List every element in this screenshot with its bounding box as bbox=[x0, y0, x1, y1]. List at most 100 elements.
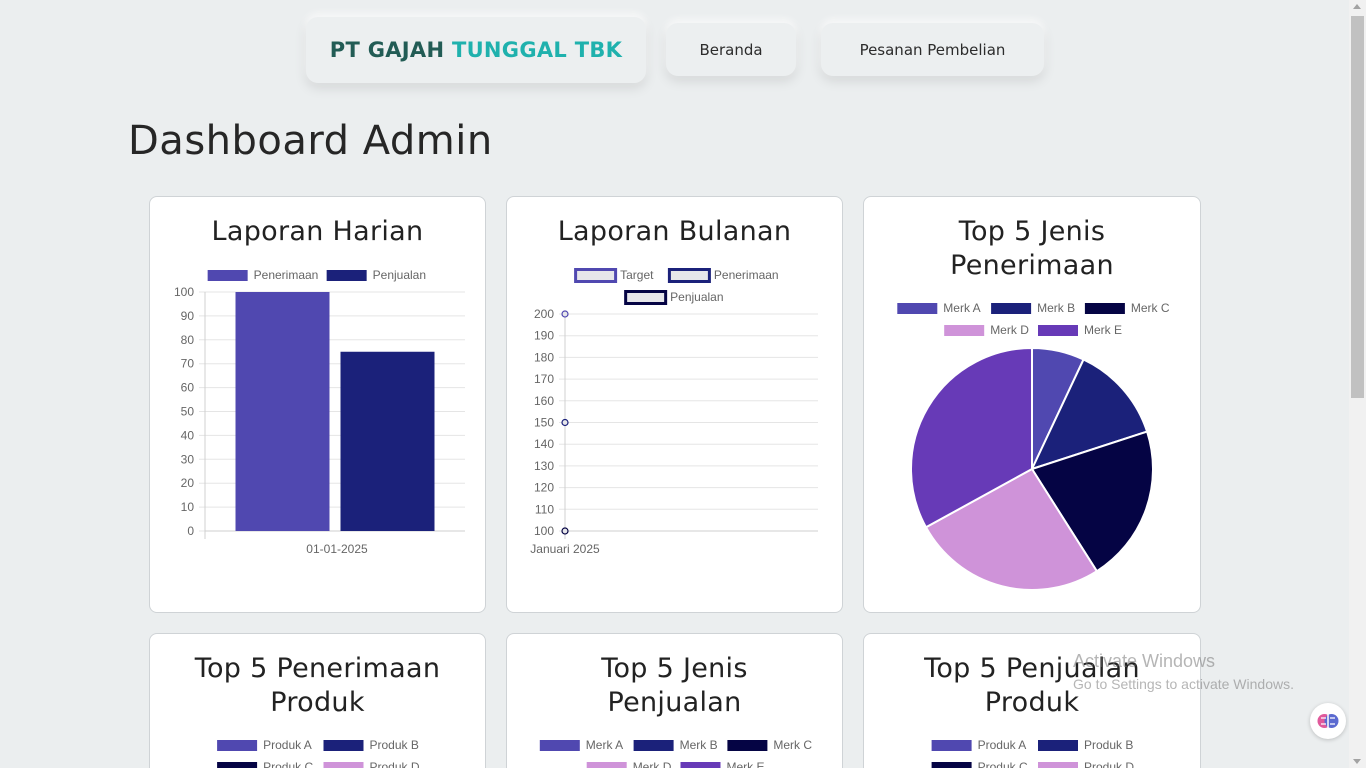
y-tick-label: 80 bbox=[181, 333, 195, 347]
legend-label: Merk B bbox=[680, 738, 718, 752]
y-tick-label: 160 bbox=[534, 394, 554, 408]
legend-swatch bbox=[326, 270, 367, 281]
top5-receipt-type-chart[interactable]: Merk A Merk B Merk C Merk D Merk E bbox=[864, 197, 1201, 613]
bar bbox=[340, 351, 435, 531]
legend-swatch bbox=[539, 740, 580, 751]
legend-swatch bbox=[944, 325, 985, 336]
top5-sales-product-chart[interactable]: Produk A Produk B Produk C Produk D bbox=[864, 634, 1201, 768]
y-tick-label: 180 bbox=[534, 350, 554, 364]
scrollbar-thumb[interactable] bbox=[1351, 16, 1364, 398]
y-tick-label: 140 bbox=[534, 437, 554, 451]
y-tick-label: 110 bbox=[535, 502, 554, 516]
y-tick-label: 40 bbox=[181, 428, 195, 442]
brand-name-part2: TUNGGAL TBK bbox=[451, 38, 623, 62]
daily-report-card: Laporan Harian Penerimaan Penjualan 0 10 20 3… bbox=[149, 196, 486, 613]
legend-label: Produk D bbox=[370, 760, 420, 768]
y-tick-label: 150 bbox=[534, 416, 554, 430]
y-tick-label: 50 bbox=[181, 405, 195, 419]
y-tick-label: 200 bbox=[534, 307, 554, 321]
legend-swatch bbox=[633, 740, 674, 751]
legend-swatch bbox=[991, 303, 1032, 314]
x-tick-label: 01-01-2025 bbox=[306, 542, 368, 556]
legend-label: Produk C bbox=[263, 760, 313, 768]
legend-label: Merk A bbox=[586, 738, 623, 752]
legend-swatch bbox=[1084, 303, 1125, 314]
bar bbox=[235, 292, 330, 531]
y-tick-label: 10 bbox=[181, 500, 195, 514]
top5-sales-type-chart[interactable]: Merk A Merk B Merk C Merk D Merk E bbox=[507, 634, 843, 768]
y-tick-label: 130 bbox=[534, 459, 554, 473]
legend-swatch bbox=[217, 740, 258, 751]
legend-label: Merk E bbox=[727, 760, 765, 768]
nav-purchase-orders-button[interactable]: Pesanan Pembelian bbox=[821, 23, 1044, 76]
y-tick-label: 70 bbox=[181, 357, 195, 371]
y-tick-label: 100 bbox=[534, 524, 554, 538]
top5-receipt-type-card: Top 5 Jenis Penerimaan Merk A Merk B Merk … bbox=[863, 196, 1201, 613]
legend-label: Penerimaan bbox=[254, 268, 319, 282]
brand-logo[interactable]: PT GAJAH TUNGGAL TBK bbox=[306, 17, 646, 83]
monthly-report-card: Laporan Bulanan Target Penerimaan Penjuala… bbox=[506, 196, 843, 613]
legend-swatch bbox=[323, 762, 364, 768]
legend-swatch bbox=[667, 268, 711, 283]
legend-swatch bbox=[624, 290, 668, 305]
legend-swatch bbox=[1038, 740, 1078, 751]
legend-swatch bbox=[586, 762, 627, 768]
top5-sales-type-card: Top 5 Jenis Penjualan Merk A Merk B Merk C… bbox=[506, 633, 843, 768]
top5-receipt-product-chart[interactable]: Produk A Produk B Produk C Produk D bbox=[150, 634, 486, 768]
top5-receipt-product-card: Top 5 Penerimaan Produk Produk A Produk B… bbox=[149, 633, 486, 768]
nav-purchase-orders-label: Pesanan Pembelian bbox=[859, 40, 1006, 59]
legend-label: Produk D bbox=[1084, 760, 1134, 768]
legend-swatch bbox=[1038, 762, 1078, 768]
legend-label: Merk D bbox=[990, 323, 1029, 337]
y-tick-label: 0 bbox=[187, 524, 194, 538]
y-tick-label: 30 bbox=[181, 452, 195, 466]
page-title: Dashboard Admin bbox=[128, 118, 493, 164]
legend-label: Merk C bbox=[1131, 301, 1170, 315]
legend-label: Merk B bbox=[1037, 301, 1075, 315]
scroll-up-arrow-icon[interactable] bbox=[1353, 4, 1361, 9]
x-tick-label: Januari 2025 bbox=[530, 542, 600, 556]
y-tick-label: 120 bbox=[534, 481, 554, 495]
legend-label: Penjualan bbox=[670, 290, 723, 304]
brand-name-part1: PT GAJAH bbox=[329, 38, 445, 62]
legend-swatch bbox=[931, 762, 972, 768]
legend-label: Produk A bbox=[263, 738, 312, 752]
line-point bbox=[561, 527, 569, 535]
nav-home-button[interactable]: Beranda bbox=[666, 23, 796, 76]
legend-label: Produk B bbox=[370, 738, 419, 752]
legend-label: Produk B bbox=[1084, 738, 1133, 752]
brain-icon bbox=[1317, 714, 1339, 728]
legend-label: Produk C bbox=[978, 760, 1028, 768]
legend-label: Target bbox=[620, 268, 654, 282]
top5-sales-product-card: Top 5 Penjualan Produk Produk A Produk BP… bbox=[863, 633, 1201, 768]
legend-swatch bbox=[727, 740, 768, 751]
y-tick-label: 170 bbox=[534, 372, 554, 386]
legend-label: Penjualan bbox=[373, 268, 426, 282]
legend-swatch bbox=[897, 303, 938, 314]
line-point bbox=[561, 418, 569, 427]
y-tick-label: 90 bbox=[181, 309, 195, 323]
y-tick-label: 20 bbox=[181, 476, 195, 490]
y-tick-label: 60 bbox=[181, 381, 195, 395]
legend-swatch bbox=[207, 270, 248, 281]
nav-home-label: Beranda bbox=[699, 40, 763, 59]
legend-swatch bbox=[217, 762, 258, 768]
scroll-down-arrow-icon[interactable] bbox=[1353, 759, 1361, 764]
legend-label: Merk C bbox=[773, 738, 812, 752]
legend-swatch bbox=[680, 762, 721, 768]
legend-swatch bbox=[323, 740, 364, 751]
floating-assistant-button[interactable] bbox=[1310, 703, 1346, 739]
legend-swatch bbox=[574, 268, 618, 283]
legend-label: Produk A bbox=[978, 738, 1027, 752]
legend-swatch bbox=[1038, 325, 1078, 336]
page-scrollbar[interactable] bbox=[1349, 0, 1366, 768]
y-tick-label: 190 bbox=[534, 329, 554, 343]
legend-label: Merk A bbox=[943, 301, 980, 315]
daily-report-chart[interactable]: Penerimaan Penjualan 0 10 20 30 40 50 60 70 80 90 10… bbox=[150, 197, 486, 613]
legend-label: Merk E bbox=[1084, 323, 1122, 337]
monthly-report-chart[interactable]: Target Penerimaan Penjualan 100 110 120 130 140… bbox=[507, 197, 843, 613]
legend-label: Penerimaan bbox=[714, 268, 779, 282]
legend-swatch bbox=[931, 740, 972, 751]
line-point bbox=[561, 310, 569, 318]
legend-label: Merk D bbox=[633, 760, 672, 768]
